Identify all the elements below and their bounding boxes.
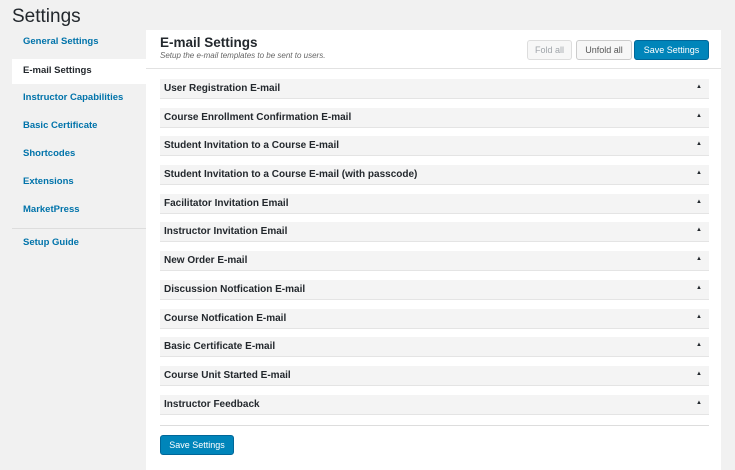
caret-up-icon[interactable]: ▲ [696,256,702,262]
section-label: Student Invitation to a Course E-mail (w… [164,169,418,181]
section-new-order[interactable]: New Order E-mail ▲ [160,251,709,272]
caret-up-icon[interactable]: ▲ [696,285,702,291]
section-instructor-feedback[interactable]: Instructor Feedback ▲ [160,394,709,415]
sidebar-divider [12,228,146,229]
caret-up-icon[interactable]: ▲ [696,84,702,90]
section-basic-certificate[interactable]: Basic Certificate E-mail ▲ [160,337,709,358]
caret-up-icon[interactable]: ▲ [696,227,702,233]
section-label: New Order E-mail [164,255,248,267]
footer-divider [160,425,709,426]
section-label: Course Notfication E-mail [164,312,287,324]
section-student-invitation-passcode[interactable]: Student Invitation to a Course E-mail (w… [160,165,709,186]
section-label: Discussion Notfication E-mail [164,283,306,295]
caret-up-icon[interactable]: ▲ [696,314,702,320]
section-user-registration[interactable]: User Registration E-mail ▲ [160,79,709,99]
sidebar-item-email-settings[interactable]: E-mail Settings [12,59,146,84]
section-instructor-invitation[interactable]: Instructor Invitation Email ▲ [160,222,709,243]
sidebar-item-basic-certificate[interactable]: Basic Certificate [12,114,146,142]
save-settings-button-top[interactable]: Save Settings [634,40,709,60]
save-settings-button-bottom[interactable]: Save Settings [160,435,234,455]
caret-up-icon[interactable]: ▲ [696,342,702,348]
caret-up-icon[interactable]: ▲ [696,371,702,377]
caret-up-icon[interactable]: ▲ [696,199,702,205]
sidebar-item-marketpress[interactable]: MarketPress [12,198,146,226]
email-sections-list: User Registration E-mail ▲ Course Enroll… [160,79,709,423]
panel-header: E-mail Settings Setup the e-mail templat… [146,30,721,69]
email-settings-panel: E-mail Settings Setup the e-mail templat… [146,30,721,470]
section-label: Facilitator Invitation Email [164,197,289,209]
section-discussion-notification[interactable]: Discussion Notfication E-mail ▲ [160,279,709,300]
section-facilitator-invitation[interactable]: Facilitator Invitation Email ▲ [160,193,709,214]
page-title: Settings [12,6,81,27]
fold-all-button[interactable]: Fold all [527,40,572,60]
caret-up-icon[interactable]: ▲ [696,113,702,119]
section-course-notification[interactable]: Course Notfication E-mail ▲ [160,308,709,329]
section-label: Instructor Invitation Email [164,226,288,238]
caret-up-icon[interactable]: ▲ [696,170,702,176]
caret-up-icon[interactable]: ▲ [696,400,702,406]
section-label: Course Enrollment Confirmation E-mail [164,111,352,123]
section-label: Course Unit Started E-mail [164,369,291,381]
settings-sidebar: General Settings E-mail Settings Instruc… [12,30,146,259]
section-label: Instructor Feedback [164,398,260,410]
caret-up-icon[interactable]: ▲ [696,141,702,147]
sidebar-item-extensions[interactable]: Extensions [12,170,146,198]
sidebar-item-shortcodes[interactable]: Shortcodes [12,142,146,170]
section-course-enrollment-confirmation[interactable]: Course Enrollment Confirmation E-mail ▲ [160,107,709,128]
panel-title: E-mail Settings [160,35,258,50]
section-label: Student Invitation to a Course E-mail [164,140,340,152]
section-student-invitation[interactable]: Student Invitation to a Course E-mail ▲ [160,136,709,157]
section-label: User Registration E-mail [164,83,281,94]
section-course-unit-started[interactable]: Course Unit Started E-mail ▲ [160,365,709,386]
sidebar-item-general-settings[interactable]: General Settings [12,30,146,58]
panel-subtitle: Setup the e-mail templates to be sent to… [160,51,326,60]
sidebar-item-instructor-capabilities[interactable]: Instructor Capabilities [12,86,146,114]
unfold-all-button[interactable]: Unfold all [576,40,632,60]
section-label: Basic Certificate E-mail [164,341,276,353]
sidebar-item-setup-guide[interactable]: Setup Guide [12,231,146,259]
